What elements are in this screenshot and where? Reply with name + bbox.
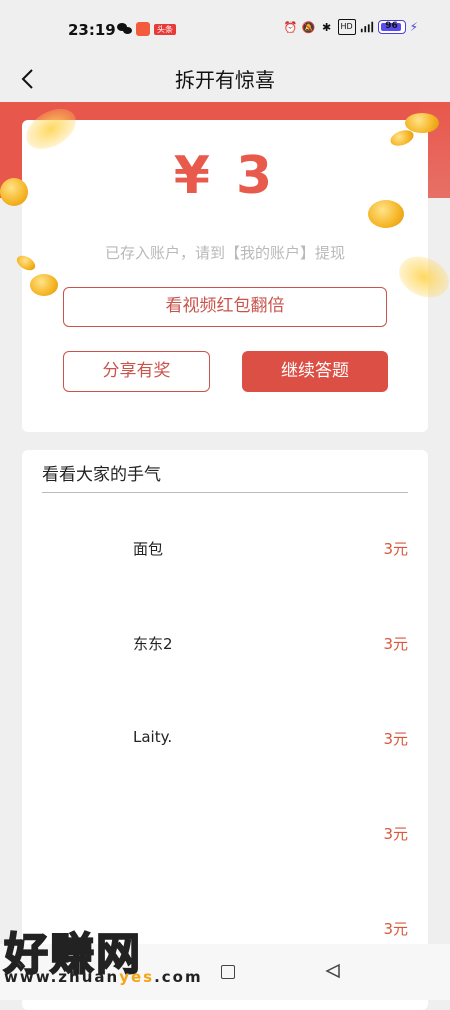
luck-list-title: 看看大家的手气 xyxy=(42,465,161,485)
list-item: 3元 xyxy=(22,823,428,853)
status-bar: 23:19 头条 ⏰ 🔕 ✱ HD 96 ⚡ xyxy=(0,0,450,58)
battery-icon: 96 xyxy=(377,20,406,34)
status-time: 23:19 xyxy=(68,21,116,39)
5g-signal-icon xyxy=(360,20,374,34)
wechat-icon xyxy=(117,23,132,35)
bluetooth-icon: ✱ xyxy=(321,20,332,34)
charging-icon: ⚡ xyxy=(409,20,418,34)
winner-amount: 3元 xyxy=(383,920,408,938)
system-icons: ⏰ 🔕 ✱ HD 96 ⚡ xyxy=(284,19,418,35)
continue-answering-button[interactable]: 继续答题 xyxy=(242,351,388,392)
coin-icon xyxy=(30,274,58,296)
mute-icon: 🔕 xyxy=(301,20,316,34)
nav-bar: 拆开有惊喜 xyxy=(0,58,450,102)
notification-icons: 头条 xyxy=(117,22,176,36)
divider xyxy=(42,492,408,493)
chevron-left-icon[interactable] xyxy=(18,67,42,91)
list-item: 东东2 3元 xyxy=(22,633,428,663)
hd-icon: HD xyxy=(337,19,356,35)
winner-amount: 3元 xyxy=(383,825,408,843)
coin-icon xyxy=(368,200,404,228)
page-title: 拆开有惊喜 xyxy=(175,68,275,92)
list-item: 面包 3元 xyxy=(22,538,428,568)
coin-icon xyxy=(405,113,439,133)
watch-video-double-button[interactable]: 看视频红包翻倍 xyxy=(63,287,387,327)
prize-card: ¥ 3 已存入账户，请到【我的账户】提现 看视频红包翻倍 分享有奖 继续答题 xyxy=(22,120,428,432)
share-button[interactable]: 分享有奖 xyxy=(63,351,210,392)
list-item: Laity. 3元 xyxy=(22,728,428,758)
app-badge-icon xyxy=(136,22,150,36)
winner-name: 东东2 xyxy=(133,635,173,653)
site-watermark: 好赚网 www.zhuanyes.com xyxy=(3,918,201,986)
home-icon[interactable] xyxy=(221,965,235,979)
winner-name: 面包 xyxy=(133,540,164,558)
deposit-note: 已存入账户，请到【我的账户】提现 xyxy=(104,244,345,262)
battery-level: 96 xyxy=(385,21,398,31)
watermark-url: www.zhuanyes.com xyxy=(4,968,203,986)
winner-amount: 3元 xyxy=(383,730,408,748)
news-badge: 头条 xyxy=(154,23,176,35)
winner-name: Laity. xyxy=(133,728,173,746)
back-icon[interactable] xyxy=(325,963,341,979)
alarm-icon: ⏰ xyxy=(283,20,298,34)
prize-amount: ¥ 3 xyxy=(173,146,277,206)
winner-amount: 3元 xyxy=(383,540,408,558)
coin-icon xyxy=(0,178,28,206)
winner-amount: 3元 xyxy=(383,635,408,653)
